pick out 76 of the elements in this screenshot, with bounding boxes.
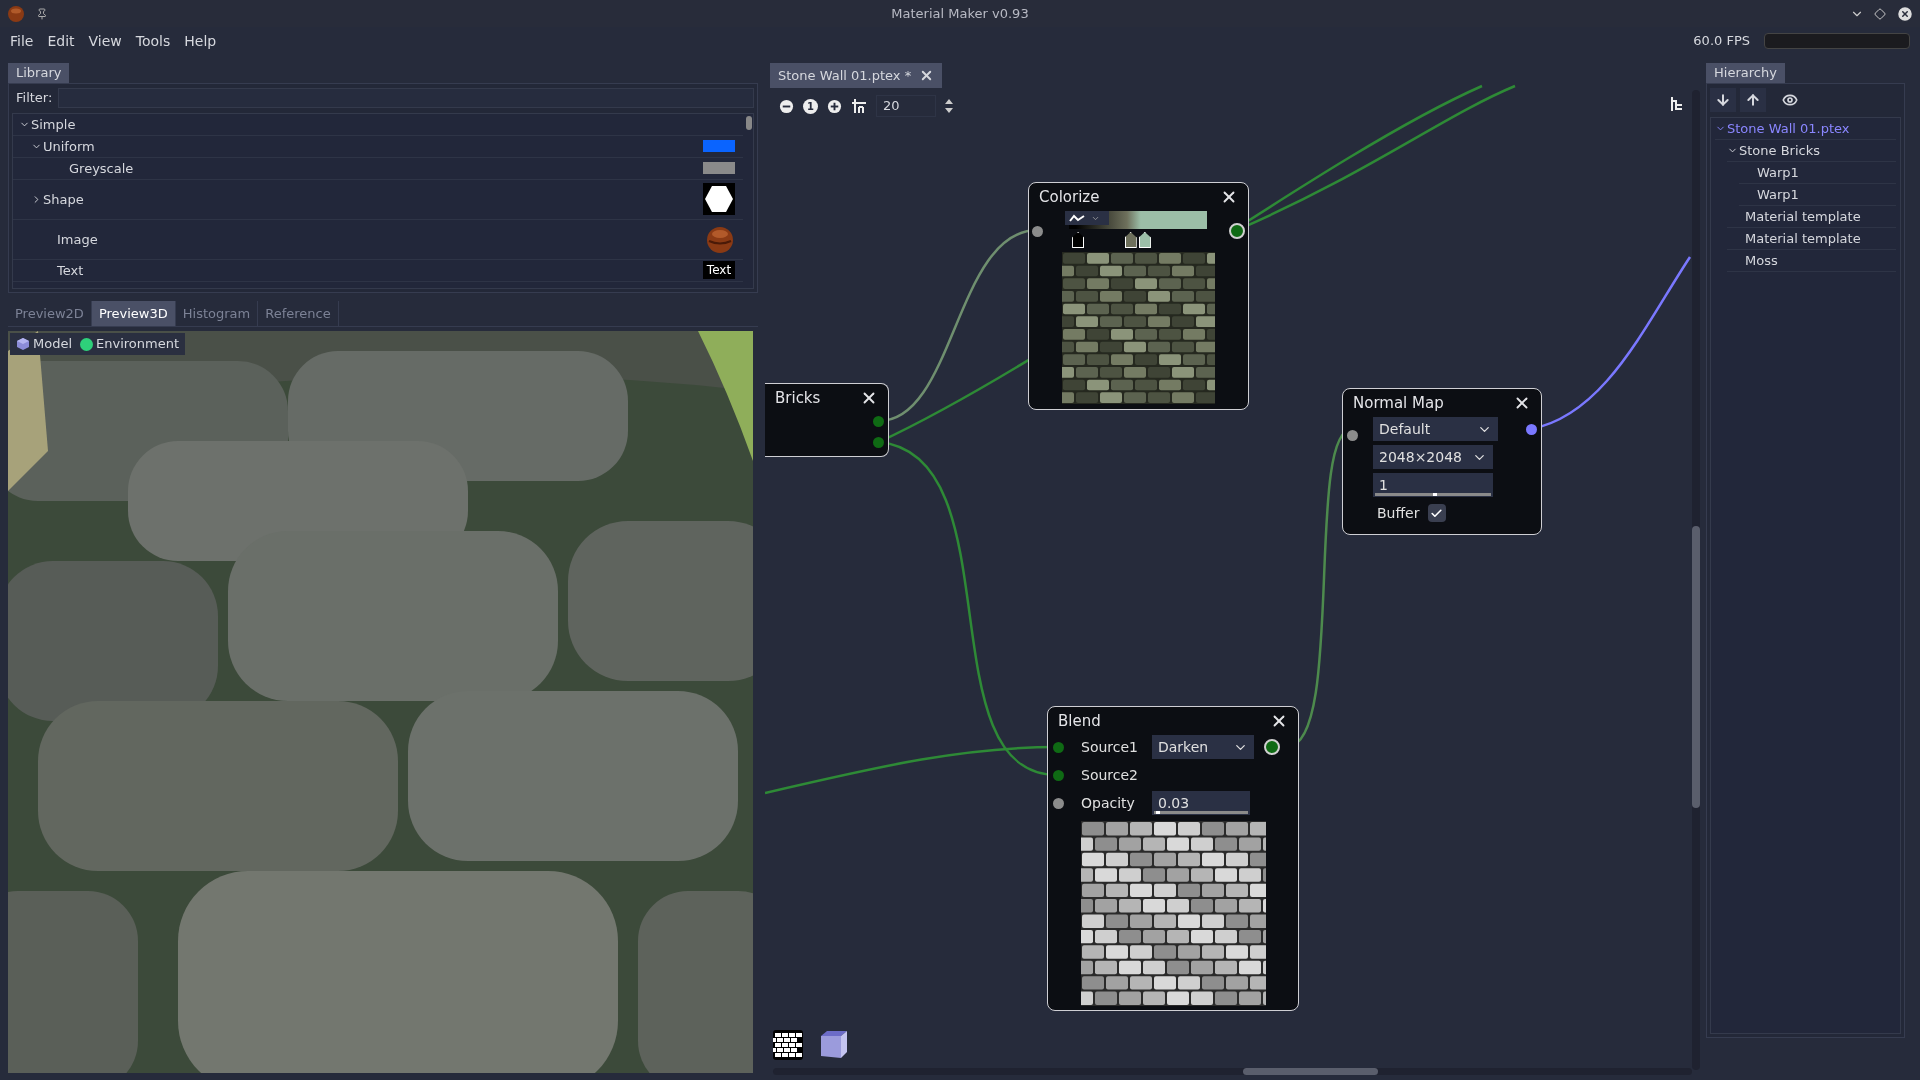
sphere-icon xyxy=(705,224,735,255)
node-title: Normal Map xyxy=(1353,392,1444,414)
gradient-editor[interactable] xyxy=(1065,211,1207,251)
hierarchy-tab[interactable]: Hierarchy xyxy=(1706,63,1785,83)
close-icon[interactable] xyxy=(1896,4,1914,23)
align-icon[interactable] xyxy=(1670,97,1684,111)
checkbox-label: Buffer xyxy=(1376,503,1420,523)
text-thumbnail: Text xyxy=(703,261,735,280)
maximize-icon[interactable] xyxy=(1874,7,1886,20)
dropdown[interactable]: 2048×2048 xyxy=(1373,445,1493,469)
cube-icon xyxy=(16,337,30,351)
hierarchy-item[interactable]: Stone Bricks xyxy=(1727,140,1896,162)
toolbar-button[interactable]: Model xyxy=(16,334,73,354)
menu-item[interactable]: Tools xyxy=(135,30,171,52)
dropdown[interactable]: Darken xyxy=(1152,735,1254,759)
pin-icon[interactable] xyxy=(36,7,48,20)
hierarchy-item[interactable]: Material template xyxy=(1727,228,1896,250)
input-label: Source2 xyxy=(1080,765,1139,785)
library-tab[interactable]: Library xyxy=(8,63,70,83)
grid-snap-icon[interactable] xyxy=(851,98,867,114)
zoom-in-icon[interactable] xyxy=(827,98,842,114)
hierarchy-item[interactable]: Moss xyxy=(1727,250,1896,272)
menu-item[interactable]: Edit xyxy=(47,30,75,52)
hierarchy-item[interactable]: Warp1 xyxy=(1739,162,1896,184)
gradient-stop[interactable] xyxy=(1124,232,1137,248)
library-item[interactable]: Simple xyxy=(13,113,743,136)
hierarchy-item[interactable]: Stone Wall 01.ptex xyxy=(1715,118,1896,140)
library-item[interactable]: Greyscale xyxy=(13,157,743,180)
node-title: Colorize xyxy=(1039,186,1100,208)
library-item[interactable]: Uniform xyxy=(13,135,743,158)
menu-item[interactable]: Help xyxy=(184,30,217,52)
app-icon xyxy=(6,3,26,24)
slider-thumb[interactable] xyxy=(1433,493,1437,496)
checkbox[interactable] xyxy=(1427,504,1446,522)
library-item[interactable]: Shape xyxy=(13,179,743,220)
graph-node[interactable]: Colorize xyxy=(1028,182,1249,410)
graph-node[interactable]: Normal Map Default 2048×2048 1 Buffer xyxy=(1342,388,1542,535)
brick-wall-icon[interactable] xyxy=(773,1030,803,1060)
preview-tab[interactable]: Preview3D xyxy=(91,301,176,326)
zoom-reset-button[interactable]: 1 xyxy=(803,98,818,114)
menu-item[interactable]: File xyxy=(10,30,34,52)
zoom-field[interactable]: 20 xyxy=(876,95,936,117)
check-icon xyxy=(1430,506,1443,520)
move-up-button[interactable] xyxy=(1740,88,1766,112)
spinner-icon[interactable] xyxy=(945,99,953,113)
node-title: Blend xyxy=(1058,710,1101,732)
value-slider[interactable]: 0.03 xyxy=(1152,791,1250,815)
zoom-out-icon[interactable] xyxy=(779,98,794,114)
library-item[interactable]: Text Text xyxy=(13,259,743,282)
hierarchy-item[interactable]: Warp1 xyxy=(1739,184,1896,206)
value-slider[interactable]: 1 xyxy=(1373,473,1493,497)
scrollbar[interactable] xyxy=(1692,90,1700,1070)
toolbar-button[interactable]: Environment xyxy=(80,334,180,354)
wave-icon[interactable] xyxy=(1069,214,1085,222)
graph-node[interactable]: Blend Source1 Darken Source2 Opacity 0.03 xyxy=(1047,706,1299,1011)
input-label: Opacity xyxy=(1080,793,1136,813)
hierarchy-item[interactable]: Material template xyxy=(1727,206,1896,228)
document-tab[interactable]: Stone Wall 01.ptex * xyxy=(770,63,943,88)
eye-icon[interactable] xyxy=(1782,92,1798,108)
scrollbar[interactable] xyxy=(746,115,752,130)
slider-thumb[interactable] xyxy=(1155,811,1160,814)
cube-icon[interactable] xyxy=(819,1030,847,1060)
graph-node[interactable]: Bricks xyxy=(765,383,889,457)
window-title: Material Maker v0.93 xyxy=(891,4,1029,23)
node-title: Bricks xyxy=(775,387,821,409)
hexagon-icon xyxy=(703,183,735,216)
dropdown[interactable]: Default xyxy=(1373,417,1498,441)
scrollbar[interactable] xyxy=(773,1068,1692,1075)
gradient-stop[interactable] xyxy=(1072,232,1085,248)
move-down-button[interactable] xyxy=(1710,88,1736,112)
menu-item[interactable]: View xyxy=(88,30,122,52)
gradient-stop[interactable] xyxy=(1138,232,1151,248)
fps-counter: 60.0 FPS xyxy=(1693,32,1750,51)
filter-label: Filter: xyxy=(15,89,53,108)
input-label: Source1 xyxy=(1080,737,1139,757)
library-item[interactable]: Image xyxy=(13,219,743,260)
